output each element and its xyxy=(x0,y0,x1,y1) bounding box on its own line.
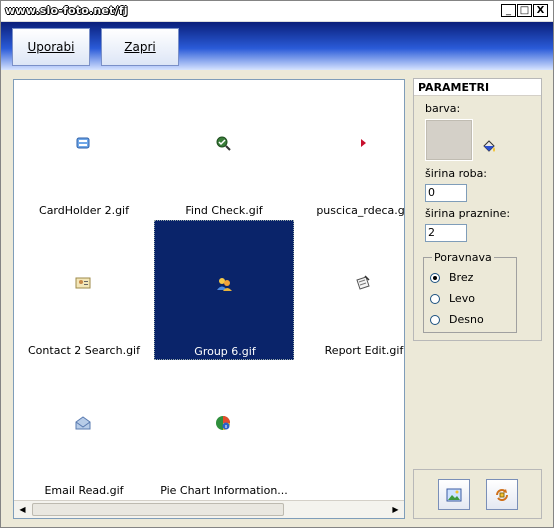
align-levo-label: Levo xyxy=(449,292,475,305)
group-icon xyxy=(217,278,232,291)
tile-label: Email Read.gif xyxy=(44,484,124,497)
tile-label: Contact 2 Search.gif xyxy=(28,344,140,357)
uporabi-label: Uporabi xyxy=(27,40,75,54)
contact-search-icon xyxy=(75,277,91,289)
align-desno-label: Desno xyxy=(449,313,484,326)
border-width-label: širina roba: xyxy=(425,167,488,180)
align-brez-label: Brez xyxy=(449,271,474,284)
image-gallery[interactable]: CardHolder 2.gif Find Check.gif puscica_… xyxy=(13,79,405,519)
scroll-left-arrow-icon[interactable]: ◀ xyxy=(15,502,30,517)
gallery-tile[interactable]: Find Check.gif xyxy=(154,80,294,220)
pie-chart-info-icon xyxy=(216,416,230,430)
scroll-right-arrow-icon[interactable]: ▶ xyxy=(388,502,403,517)
gallery-tile[interactable]: Contact 2 Search.gif xyxy=(14,220,154,360)
uporabi-button[interactable]: Uporabi xyxy=(12,28,90,66)
alignment-group-title: Poravnava xyxy=(432,251,494,264)
close-icon: X xyxy=(536,4,545,16)
radio-unselected-icon xyxy=(430,315,440,325)
parameters-title: PARAMETRI xyxy=(414,79,541,96)
gallery-tile[interactable]: Pie Chart Information... xyxy=(154,360,294,500)
gallery-tile[interactable]: Report Edit.gif xyxy=(294,220,404,360)
find-check-icon xyxy=(216,136,231,151)
tile-label: Pie Chart Information... xyxy=(160,484,288,497)
align-levo-radio[interactable]: Levo xyxy=(430,292,520,308)
tile-label: Find Check.gif xyxy=(185,204,263,217)
toolbar: Uporabi Zapri xyxy=(1,22,553,70)
action-panel xyxy=(413,469,542,519)
gallery-tile[interactable]: CardHolder 2.gif xyxy=(14,80,154,220)
tile-label: Group 6.gif xyxy=(194,345,256,358)
red-arrow-icon xyxy=(361,139,366,147)
title-bar[interactable]: www.slo-foto.net/fj _ □ X xyxy=(1,1,553,22)
gallery-tile[interactable]: Email Read.gif xyxy=(14,360,154,500)
scroll-thumb[interactable] xyxy=(32,503,284,516)
zapri-button[interactable]: Zapri xyxy=(101,28,179,66)
tile-label: puscica_rdeca.gif xyxy=(316,204,405,217)
refresh-edit-icon xyxy=(496,488,508,501)
image-icon xyxy=(446,488,462,501)
horizontal-scrollbar[interactable]: ◀ ▶ xyxy=(14,500,404,518)
parameters-panel: PARAMETRI barva: širina roba: 0 širina p… xyxy=(413,78,542,341)
insert-image-button[interactable] xyxy=(438,479,470,510)
minimize-button[interactable]: _ xyxy=(501,4,516,17)
maximize-button[interactable]: □ xyxy=(517,4,532,17)
cardholder-icon xyxy=(76,137,90,149)
paint-bucket-icon[interactable] xyxy=(480,137,498,155)
radio-unselected-icon xyxy=(430,294,440,304)
zapri-label: Zapri xyxy=(124,40,156,54)
border-width-input[interactable]: 0 xyxy=(425,184,467,202)
radio-selected-icon xyxy=(430,273,440,283)
close-button[interactable]: X xyxy=(533,4,548,17)
color-swatch[interactable] xyxy=(425,119,473,161)
app-window: www.slo-foto.net/fj _ □ X Uporabi Zapri … xyxy=(0,0,554,528)
spacing-input[interactable]: 2 xyxy=(425,224,467,242)
report-edit-icon xyxy=(356,275,370,290)
tile-label: Report Edit.gif xyxy=(324,344,404,357)
tile-label: CardHolder 2.gif xyxy=(39,204,129,217)
align-brez-radio[interactable]: Brez xyxy=(430,271,520,287)
email-read-icon xyxy=(75,416,91,430)
window-title: www.slo-foto.net/fj xyxy=(5,4,128,17)
spacing-label: širina praznine: xyxy=(425,207,511,220)
gallery-tile-selected[interactable]: Group 6.gif xyxy=(154,220,294,360)
refresh-button[interactable] xyxy=(486,479,518,510)
maximize-icon: □ xyxy=(519,4,530,16)
minimize-icon: _ xyxy=(506,4,511,16)
align-desno-radio[interactable]: Desno xyxy=(430,313,520,329)
alignment-group: Poravnava Brez Levo Desno xyxy=(423,251,520,333)
gallery-tile[interactable]: puscica_rdeca.gif xyxy=(294,80,405,220)
color-label: barva: xyxy=(425,102,461,115)
